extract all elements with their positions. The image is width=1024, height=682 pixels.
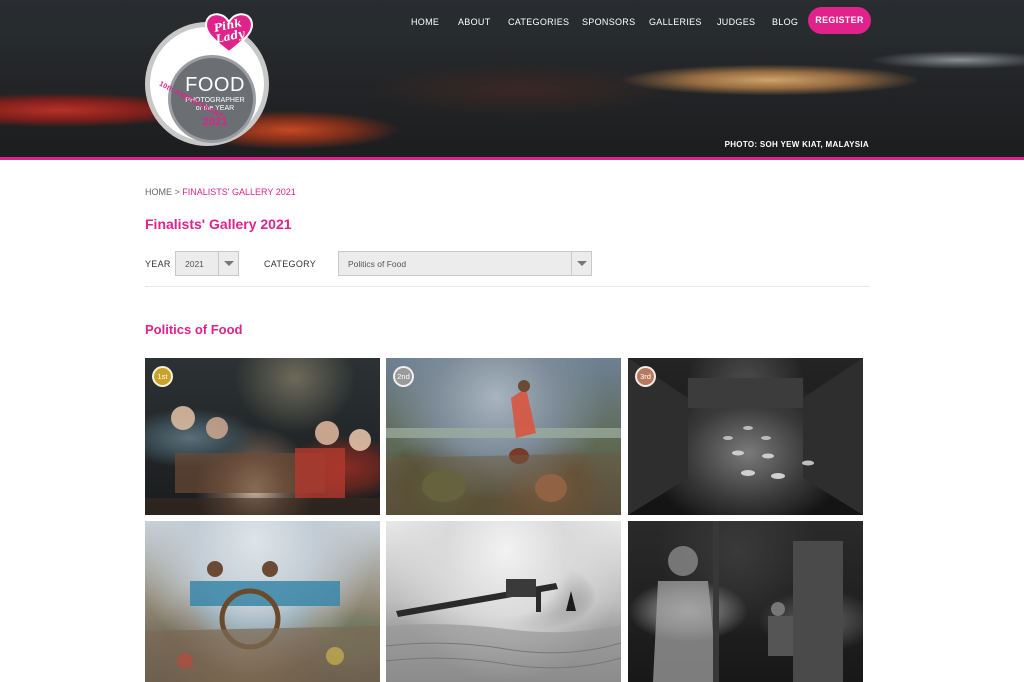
- breadcrumb-separator: >: [172, 187, 183, 197]
- chevron-down-icon: [218, 252, 238, 275]
- photo-credit: PHOTO: SOH YEW KIAT, MALAYSIA: [724, 140, 869, 149]
- gallery-image-6[interactable]: [628, 521, 863, 682]
- nav-item-galleries[interactable]: GALLERIES: [649, 17, 702, 27]
- gallery-image-3[interactable]: 3rd: [628, 358, 863, 515]
- breadcrumb-current: FINALISTS' GALLERY 2021: [182, 187, 296, 197]
- nav-item-judges[interactable]: JUDGES: [717, 17, 755, 27]
- gallery-image-4[interactable]: [145, 521, 380, 682]
- rank-badge-2nd: 2nd: [393, 366, 414, 387]
- site-logo[interactable]: FOOD PHOTOGRAPHER of the YEAR 2021 Pink …: [145, 12, 275, 146]
- filter-divider: [145, 286, 869, 287]
- register-button[interactable]: REGISTER: [808, 7, 871, 34]
- nav-item-about[interactable]: ABOUT: [458, 17, 491, 27]
- hero-banner: FOOD PHOTOGRAPHER of the YEAR 2021 Pink …: [0, 0, 1024, 158]
- rank-badge-1st: 1st: [152, 366, 173, 387]
- category-select[interactable]: Politics of Food: [338, 251, 592, 276]
- nav-item-categories[interactable]: CATEGORIES: [508, 17, 569, 27]
- rank-badge-3rd: 3rd: [635, 366, 656, 387]
- hero-accent-bar: [0, 157, 1024, 160]
- category-select-value: Politics of Food: [348, 259, 407, 269]
- nav-item-blog[interactable]: BLOG: [772, 17, 798, 27]
- photo-cart-landfill: [145, 561, 380, 682]
- page-title: Finalists' Gallery 2021: [145, 216, 292, 232]
- section-title: Politics of Food: [145, 322, 243, 337]
- photo-city-street: [653, 521, 843, 682]
- gallery-image-1[interactable]: 1st: [145, 358, 380, 515]
- year-select[interactable]: 2021: [175, 251, 239, 276]
- gallery-image-2[interactable]: 2nd: [386, 358, 621, 515]
- year-select-value: 2021: [185, 259, 204, 269]
- gallery-image-5[interactable]: [386, 521, 621, 682]
- chevron-down-icon: [571, 252, 591, 275]
- nav-item-home[interactable]: HOME: [411, 17, 439, 27]
- photo-pier-sand: [386, 579, 621, 682]
- photo-men-dining: [145, 406, 380, 515]
- photo-empty-market-hall: [628, 358, 863, 515]
- breadcrumb: HOME > FINALISTS' GALLERY 2021: [145, 187, 296, 197]
- nav-item-sponsors[interactable]: SPONSORS: [582, 17, 635, 27]
- year-filter-label: YEAR: [145, 259, 171, 269]
- photo-woman-pouring: [386, 380, 621, 515]
- breadcrumb-home[interactable]: HOME: [145, 187, 172, 197]
- category-filter-label: CATEGORY: [264, 259, 317, 269]
